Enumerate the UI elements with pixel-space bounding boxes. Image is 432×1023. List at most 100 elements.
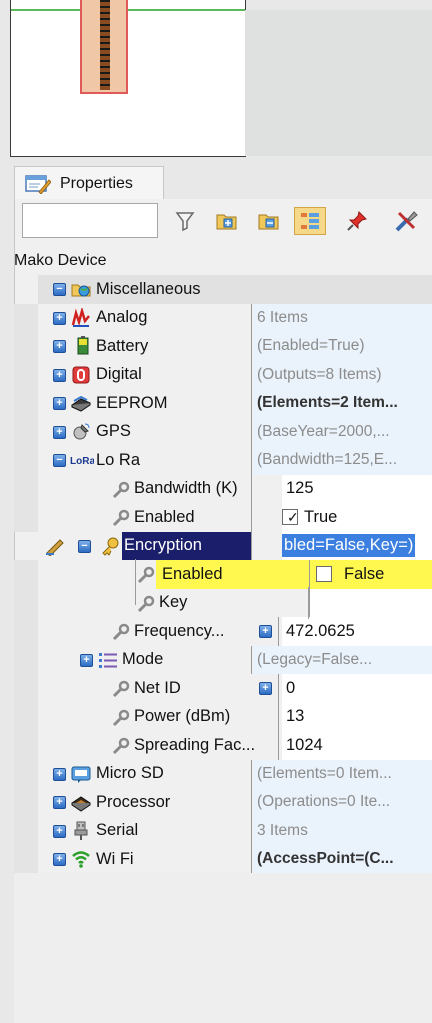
property-name: Battery <box>96 336 149 355</box>
property-value[interactable]: (Elements=0 Item... <box>253 759 432 788</box>
property-value[interactable]: ✓ True <box>282 503 432 532</box>
property-row[interactable]: + Serial 3 Items <box>14 816 432 845</box>
wrench-icon <box>112 509 130 527</box>
expand-icon[interactable]: + <box>53 340 66 353</box>
property-name: Mode <box>122 650 164 669</box>
expand-icon[interactable]: + <box>259 625 272 638</box>
property-row[interactable]: Bandwidth (K) 125 <box>14 474 432 503</box>
expand-icon[interactable]: + <box>80 653 93 667</box>
property-row[interactable]: Key <box>14 588 432 617</box>
property-row[interactable]: + Mode (Legacy=False... <box>14 645 432 674</box>
expand-icon[interactable]: + <box>259 682 272 695</box>
property-row[interactable]: + Analog 6 Items <box>14 303 432 332</box>
property-value-text: (Elements=2 Item... <box>257 394 398 412</box>
property-row[interactable]: Enabled ✓ True <box>14 503 432 532</box>
property-value-editor[interactable]: bled=False,Key=) <box>282 531 432 560</box>
row-margin <box>14 560 38 589</box>
tree-line <box>308 587 309 619</box>
expand-icon[interactable]: + <box>53 311 66 325</box>
property-name: Enabled <box>134 507 195 526</box>
property-row[interactable]: − LoRa Lo Ra (Bandwidth=125,E... <box>14 446 432 475</box>
filter-icon[interactable] <box>172 207 198 235</box>
expand-icon[interactable]: + <box>53 397 66 410</box>
property-row[interactable]: Frequency... + 472.0625 <box>14 617 432 646</box>
property-value[interactable]: 472.0625 <box>282 617 432 646</box>
tree-line <box>135 559 136 605</box>
expand-icon[interactable]: + <box>53 425 66 439</box>
serial-icon <box>74 821 88 840</box>
collapse-icon[interactable]: − <box>53 283 66 296</box>
property-value[interactable]: 125 <box>282 474 432 503</box>
property-row[interactable]: + EEPROM (Elements=2 Item... <box>14 389 432 418</box>
expand-icon[interactable]: + <box>53 853 66 866</box>
tools-icon[interactable] <box>394 207 420 235</box>
collapse-icon[interactable]: − <box>53 454 66 467</box>
search-input[interactable] <box>22 203 158 238</box>
preview-board-outline <box>11 0 245 11</box>
property-row[interactable]: + Wi Fi (AccessPoint=(C... <box>14 845 432 874</box>
row-margin <box>14 674 38 703</box>
property-row-selected[interactable]: − Encryption bled=False,Key=) <box>14 531 432 560</box>
property-value[interactable] <box>310 588 432 617</box>
property-name: EEPROM <box>96 393 168 412</box>
property-row[interactable]: Net ID + 0 <box>14 674 432 703</box>
property-value[interactable]: (Outputs=8 Items) <box>253 360 432 389</box>
digital-icon <box>72 366 90 383</box>
analog-icon <box>71 307 90 327</box>
categorized-view-icon[interactable] <box>294 207 326 235</box>
column-separator <box>278 674 279 703</box>
property-value[interactable]: 3 Items <box>253 816 432 845</box>
property-value[interactable]: (Enabled=True) <box>253 332 432 361</box>
property-row[interactable]: Spreading Fac... 1024 <box>14 731 432 760</box>
expand-icon[interactable]: + <box>53 824 66 838</box>
property-name: Lo Ra <box>96 450 141 469</box>
enabled-checkbox[interactable] <box>316 566 332 583</box>
enabled-checkbox[interactable]: ✓ <box>282 509 299 526</box>
property-value[interactable]: (Bandwidth=125,E... <box>253 446 432 475</box>
property-value-text: (AccessPoint=(C... <box>257 850 394 868</box>
property-value[interactable]: 1024 <box>282 731 432 760</box>
property-grid[interactable]: − Miscellaneous + Analog 6 Items + Batte… <box>14 275 432 874</box>
property-row[interactable]: + GPS (BaseYear=2000,... <box>14 417 432 446</box>
property-value[interactable]: 13 <box>282 702 432 731</box>
property-row[interactable]: + Digital (Outputs=8 Items) <box>14 360 432 389</box>
property-value[interactable]: False <box>310 560 432 589</box>
property-value[interactable]: (BaseYear=2000,... <box>253 417 432 446</box>
collapse-all-icon[interactable] <box>256 207 282 235</box>
property-name: Power (dBm) <box>134 707 231 726</box>
expand-icon[interactable]: + <box>53 368 66 382</box>
property-row[interactable]: + Micro SD (Elements=0 Item... <box>14 759 432 788</box>
column-separator <box>251 531 252 560</box>
property-value[interactable]: 6 Items <box>253 303 432 332</box>
expand-icon[interactable]: + <box>53 767 66 781</box>
pin-icon[interactable] <box>344 207 370 235</box>
column-separator <box>251 332 252 361</box>
property-value[interactable]: 0 <box>282 674 432 703</box>
property-value-text: (Enabled=True) <box>257 337 365 355</box>
wrench-icon <box>112 737 130 755</box>
property-value[interactable]: (Elements=2 Item... <box>253 389 432 418</box>
property-value[interactable]: (AccessPoint=(C... <box>253 845 432 874</box>
tab-properties[interactable]: Properties <box>14 166 164 200</box>
preview-module[interactable] <box>80 0 128 94</box>
property-name: Digital <box>96 365 142 384</box>
collapse-icon[interactable]: − <box>78 539 91 553</box>
chip-icon <box>71 395 91 412</box>
property-row-highlighted[interactable]: Enabled False <box>14 560 432 589</box>
property-row[interactable]: + Battery (Enabled=True) <box>14 332 432 361</box>
property-value[interactable]: (Legacy=False... <box>253 645 432 674</box>
wrench-icon <box>112 481 130 498</box>
property-value[interactable]: (Operations=0 Ite... <box>253 788 432 817</box>
category-row[interactable]: − Miscellaneous <box>14 275 432 304</box>
property-row[interactable]: Power (dBm) 13 <box>14 702 432 731</box>
property-row[interactable]: + Processor (Operations=0 Ite... <box>14 788 432 817</box>
row-margin <box>14 417 38 446</box>
wrench-icon <box>112 623 130 641</box>
expand-all-icon[interactable] <box>214 207 240 235</box>
column-separator <box>251 645 252 674</box>
property-value-text: (Legacy=False... <box>257 650 373 668</box>
row-margin <box>14 645 38 674</box>
expand-icon[interactable]: + <box>53 796 66 809</box>
property-name: Net ID <box>134 678 181 697</box>
property-value-text: False <box>344 564 385 583</box>
